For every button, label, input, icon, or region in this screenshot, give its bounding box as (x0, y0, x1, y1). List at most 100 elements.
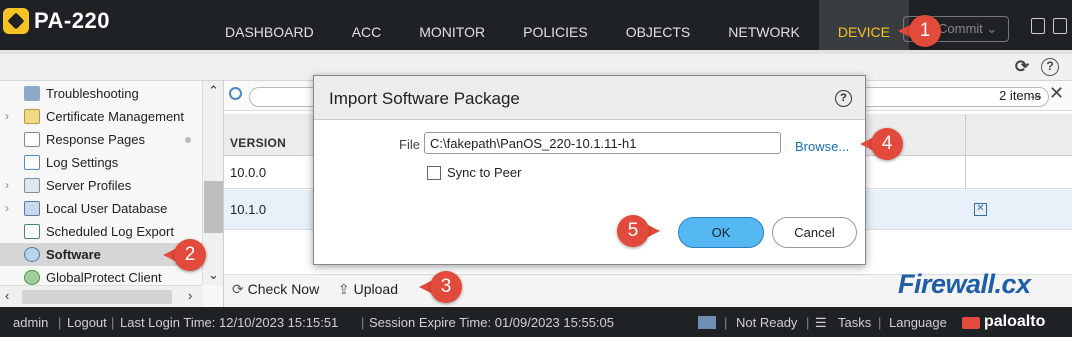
wrench-icon (24, 86, 40, 101)
separator: | (724, 315, 728, 330)
file-label: File (399, 137, 420, 152)
separator: | (361, 315, 365, 330)
upload-icon: ⇪ (338, 281, 350, 297)
paloalto-logo-icon (962, 317, 980, 329)
sidebar-item-label: Scheduled Log Export (46, 224, 174, 239)
software-icon (24, 247, 40, 262)
scrollbar-thumb[interactable] (22, 290, 172, 304)
callout-number: 3 (430, 271, 462, 303)
sidebar-horizontal-scrollbar[interactable]: ‹ › (0, 285, 202, 307)
tasks-icon[interactable]: ☰ (815, 315, 827, 331)
tab-network[interactable]: NETWORK (709, 0, 819, 50)
sidebar-item-label: Log Settings (46, 155, 119, 170)
separator: | (878, 315, 882, 330)
sidebar-item-label: Local User Database (46, 201, 168, 216)
paloalto-logo-icon (3, 8, 29, 34)
language-link[interactable]: Language (889, 315, 947, 330)
separator: | (58, 315, 62, 330)
database-icon (24, 201, 40, 216)
check-now-label: Check Now (247, 281, 320, 297)
sidebar-item-label: Troubleshooting (46, 86, 139, 101)
chevron-right-icon[interactable]: › (5, 105, 9, 128)
callout-number: 1 (909, 15, 941, 47)
device-name: PA-220 (34, 8, 110, 33)
upload-button[interactable]: ⇪ Upload (338, 281, 398, 298)
last-login-time: Last Login Time: 12/10/2023 15:15:51 (120, 315, 339, 330)
status-bar: admin | Logout | Last Login Time: 12/10/… (0, 307, 1072, 337)
sidebar-item-response-pages[interactable]: Response Pages (0, 128, 202, 151)
lock-icon[interactable] (1031, 18, 1045, 34)
globe-icon (24, 270, 40, 285)
downloaded-checkbox-icon: ✕ (974, 203, 987, 216)
watermark-text: Firewall.cx (898, 269, 1031, 299)
tab-device[interactable]: DEVICE (818, 0, 909, 50)
sidebar-item-label: Certificate Management (46, 109, 185, 124)
sidebar-item-label: Server Profiles (46, 178, 132, 193)
callout-4: 4 (860, 128, 911, 160)
cancel-button[interactable]: Cancel (772, 217, 857, 248)
page-icon (24, 132, 40, 147)
dialog-title: Import Software Package (329, 89, 520, 108)
config-icon[interactable] (1053, 18, 1067, 34)
export-icon (24, 224, 40, 239)
tab-dashboard[interactable]: DASHBOARD (206, 0, 333, 50)
upload-label: Upload (353, 281, 398, 297)
help-icon[interactable]: ? (1041, 58, 1059, 76)
file-path-input[interactable]: C:\fakepath\PanOS_220-10.1.11-h1 (424, 132, 781, 154)
sidebar-item-log-settings[interactable]: Log Settings (0, 151, 202, 174)
not-ready-status[interactable]: Not Ready (736, 315, 797, 330)
chevron-right-icon[interactable]: › (5, 197, 9, 220)
tab-objects[interactable]: OBJECTS (607, 0, 710, 50)
separator: | (806, 315, 810, 330)
refresh-icon[interactable]: ⟳ (1013, 58, 1031, 76)
callout-number: 5 (617, 215, 649, 247)
callout-number: 4 (871, 128, 903, 160)
search-icon (229, 87, 242, 100)
callout-number: 2 (174, 239, 206, 271)
scroll-left-icon[interactable]: ‹ (5, 288, 9, 303)
logout-link[interactable]: Logout (67, 315, 107, 330)
sidebar-item-label: Response Pages (46, 132, 146, 147)
main-nav: DASHBOARD ACC MONITOR POLICIES OBJECTS N… (206, 0, 909, 50)
sidebar-item-scheduled-log-export[interactable]: Scheduled Log Export (0, 220, 202, 243)
scrollbar-thumb[interactable] (204, 181, 223, 233)
callout-5: 5 (617, 215, 660, 247)
current-user: admin (13, 315, 49, 330)
tasks-link[interactable]: Tasks (838, 315, 871, 330)
ok-button[interactable]: OK (678, 217, 764, 248)
version-cell: 10.0.0 (230, 165, 267, 180)
sync-to-peer-label: Sync to Peer (447, 165, 522, 180)
apply-filter-icon[interactable]: → (1027, 84, 1045, 105)
sidebar-item-troubleshooting[interactable]: Troubleshooting (0, 82, 202, 105)
mail-icon[interactable] (698, 316, 716, 329)
sync-to-peer-checkbox[interactable] (427, 166, 441, 180)
scroll-right-icon[interactable]: › (188, 288, 192, 303)
check-now-button[interactable]: ⟳ Check Now (232, 281, 319, 298)
browse-link[interactable]: Browse... (795, 139, 849, 154)
certificate-icon (24, 109, 40, 124)
separator: | (111, 315, 115, 330)
callout-2: 2 (163, 239, 214, 271)
log-icon (24, 155, 40, 170)
tab-monitor[interactable]: MONITOR (400, 0, 504, 50)
tab-policies[interactable]: POLICIES (504, 0, 607, 50)
watermark-logo: Firewall.cx (898, 269, 1031, 300)
help-icon[interactable]: ? (835, 90, 852, 107)
tab-acc[interactable]: ACC (333, 0, 401, 50)
vendor-logo-text: paloalto (984, 313, 1046, 330)
callout-1: 1 (898, 15, 949, 47)
sidebar-item-server-profiles[interactable]: › Server Profiles (0, 174, 202, 197)
session-expire-time: Session Expire Time: 01/09/2023 15:55:05 (369, 315, 614, 330)
clear-filter-icon[interactable]: ✕ (1049, 83, 1064, 104)
device-sidebar: Troubleshooting › Certificate Management… (0, 81, 224, 307)
sidebar-item-certificate-management[interactable]: › Certificate Management (0, 105, 202, 128)
app-logo: PA-220 (3, 8, 110, 34)
chevron-right-icon[interactable]: › (5, 174, 9, 197)
refresh-icon: ⟳ (232, 281, 244, 297)
dialog-header: Import Software Package ? (314, 76, 865, 120)
column-header-version[interactable]: VERSION (230, 136, 286, 150)
sidebar-item-local-user-database[interactable]: › Local User Database (0, 197, 202, 220)
scroll-up-icon[interactable]: ⌃ (208, 83, 219, 99)
import-software-dialog: Import Software Package ? File C:\fakepa… (313, 75, 866, 265)
status-dot-icon (185, 137, 191, 143)
